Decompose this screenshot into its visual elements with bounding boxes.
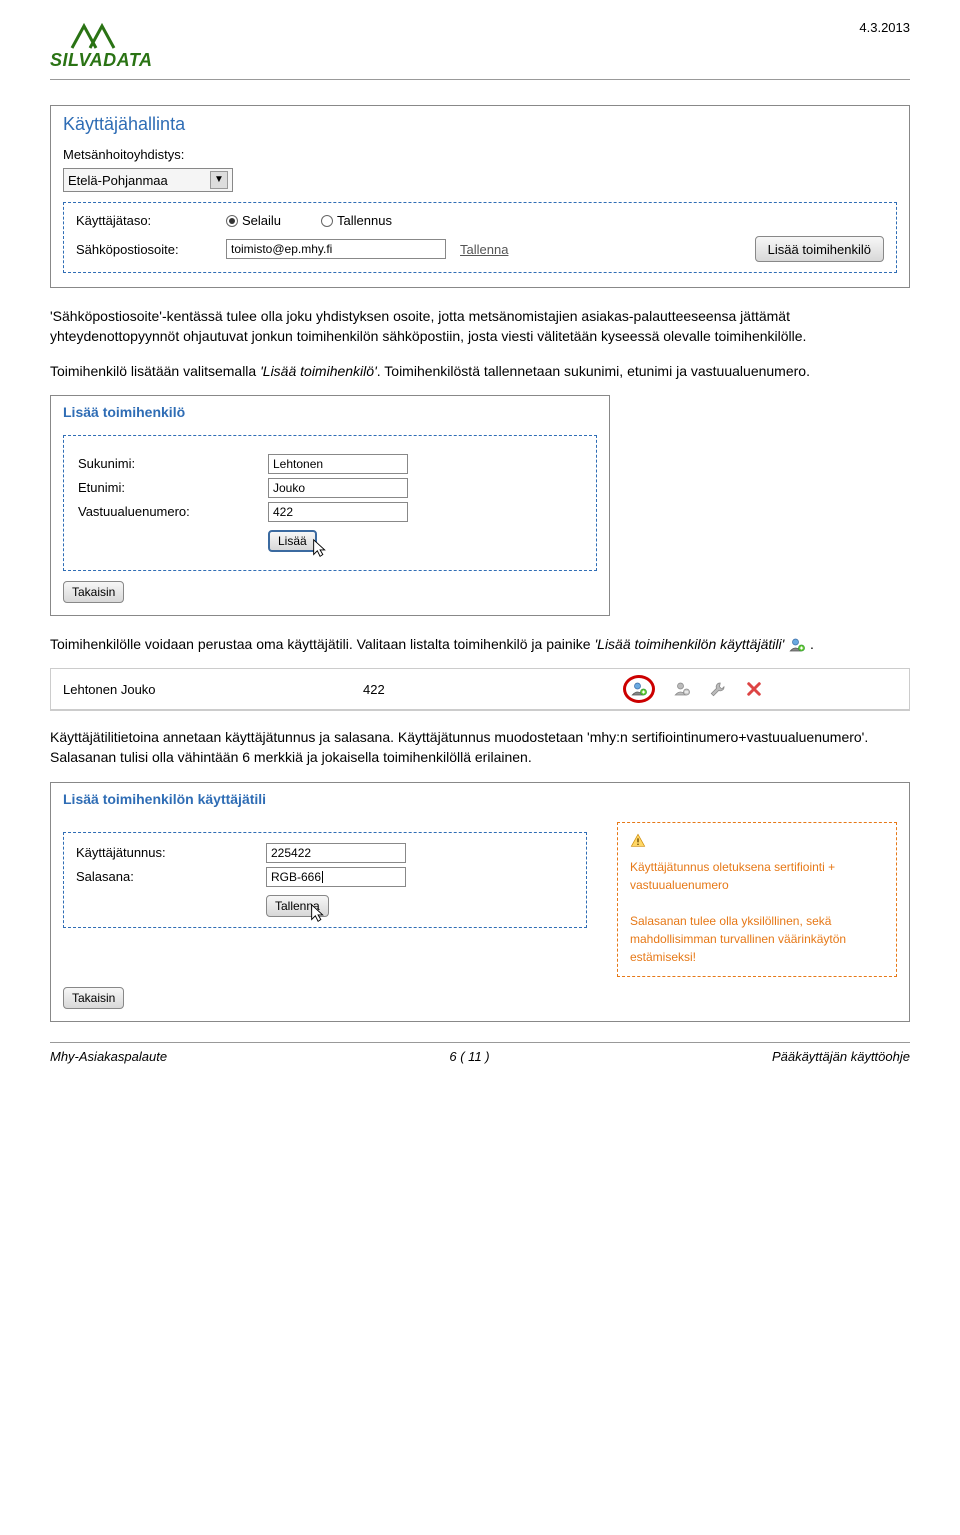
radio-save-label: Tallennus (337, 213, 392, 228)
firstname-label: Etunimi: (78, 480, 268, 495)
firstname-input[interactable]: Jouko (268, 478, 408, 498)
page-header: SILVADATA 4.3.2013 (50, 20, 910, 80)
back-button[interactable]: Takaisin (63, 581, 124, 603)
username-input[interactable]: 225422 (266, 843, 406, 863)
area-label: Vastuualuenumero: (78, 504, 268, 519)
wrench-icon[interactable] (709, 680, 727, 698)
mountain-icon (70, 20, 120, 50)
brand-name: SILVADATA (50, 50, 153, 71)
paragraph-4: Käyttäjätilitietoina annetaan käyttäjätu… (50, 727, 910, 768)
footer-right: Pääkäyttäjän käyttöohje (772, 1049, 910, 1064)
email-label: Sähköpostiosoite: (76, 242, 226, 257)
row-number: 422 (363, 682, 623, 697)
cursor-icon (308, 903, 330, 925)
brand-logo: SILVADATA (50, 20, 153, 71)
association-label: Metsänhoitoyhdistys: (63, 147, 213, 162)
footer-left: Mhy-Asiakaspalaute (50, 1049, 167, 1064)
page-footer: Mhy-Asiakaspalaute 6 ( 11 ) Pääkäyttäjän… (50, 1042, 910, 1064)
add-person-panel: Lisää toimihenkilö Sukunimi: Lehtonen Et… (50, 395, 610, 616)
back-button[interactable]: Takaisin (63, 987, 124, 1009)
area-input[interactable]: 422 (268, 502, 408, 522)
lastname-input[interactable]: Lehtonen (268, 454, 408, 474)
association-dropdown[interactable]: Etelä-Pohjanmaa ▼ (63, 168, 233, 192)
paragraph-2: Toimihenkilö lisätään valitsemalla 'Lisä… (50, 361, 910, 381)
radio-browse-label: Selailu (242, 213, 281, 228)
delete-icon[interactable] (745, 680, 763, 698)
person-list-row: Lehtonen Jouko 422 (50, 668, 910, 711)
add-user-account-panel: Lisää toimihenkilön käyttäjätili Käyttäj… (50, 782, 910, 1022)
warning-text-1: Käyttäjätunnus oletuksena sertifiointi +… (630, 860, 835, 892)
cursor-icon (310, 538, 332, 560)
email-input[interactable]: toimisto@ep.mhy.fi (226, 239, 446, 259)
circled-add-user (623, 675, 655, 703)
account-form: Käyttäjätunnus: 225422 Salasana: RGB-666… (63, 832, 587, 928)
chevron-down-icon: ▼ (210, 171, 228, 189)
add-person-form: Sukunimi: Lehtonen Etunimi: Jouko Vastuu… (63, 435, 597, 571)
panel-title: Käyttäjähallinta (63, 114, 897, 135)
footer-center: 6 ( 11 ) (449, 1049, 489, 1064)
user-remove-icon[interactable] (673, 680, 691, 698)
document-date: 4.3.2013 (859, 20, 910, 35)
paragraph-3: Toimihenkilölle voidaan perustaa oma käy… (50, 634, 910, 654)
user-add-icon[interactable] (630, 680, 648, 698)
radio-browse[interactable]: Selailu (226, 213, 281, 228)
save-link[interactable]: Tallenna (460, 242, 508, 257)
add-person-button[interactable]: Lisää toimihenkilö (755, 236, 884, 262)
radio-checked-icon (226, 215, 238, 227)
user-level-label: Käyttäjätaso: (76, 213, 226, 228)
user-level-section: Käyttäjätaso: Selailu Tallennus (63, 202, 897, 273)
radio-save[interactable]: Tallennus (321, 213, 392, 228)
user-add-icon (788, 636, 806, 654)
password-label: Salasana: (76, 869, 266, 884)
dropdown-value: Etelä-Pohjanmaa (68, 173, 168, 188)
warning-box: Käyttäjätunnus oletuksena sertifiointi +… (617, 822, 897, 977)
warning-text-2: Salasanan tulee olla yksilöllinen, sekä … (630, 914, 846, 964)
radio-unchecked-icon (321, 215, 333, 227)
warning-icon (630, 833, 646, 849)
panel-title: Lisää toimihenkilö (63, 404, 597, 420)
lastname-label: Sukunimi: (78, 456, 268, 471)
password-input[interactable]: RGB-666 (266, 867, 406, 887)
paragraph-1: 'Sähköpostiosoite'-kentässä tulee olla j… (50, 306, 910, 347)
row-name: Lehtonen Jouko (63, 682, 363, 697)
user-management-panel: Käyttäjähallinta Metsänhoitoyhdistys: Et… (50, 105, 910, 288)
username-label: Käyttäjätunnus: (76, 845, 266, 860)
panel-title: Lisää toimihenkilön käyttäjätili (63, 791, 897, 807)
